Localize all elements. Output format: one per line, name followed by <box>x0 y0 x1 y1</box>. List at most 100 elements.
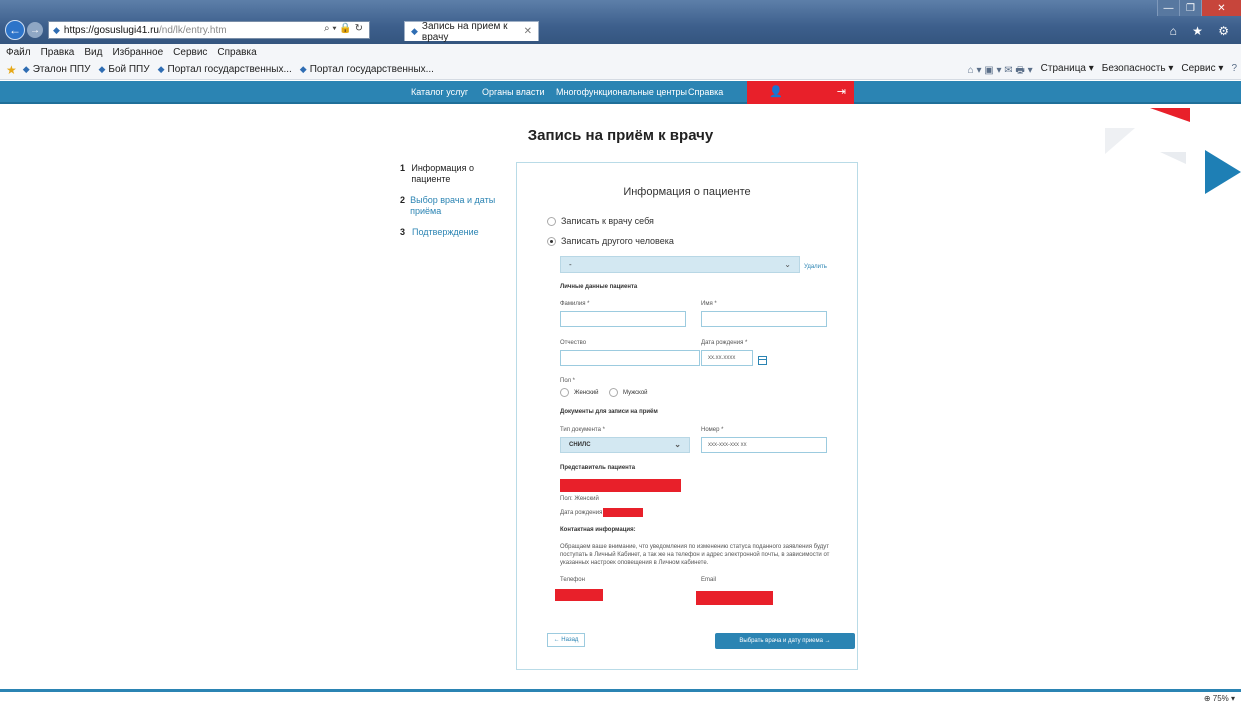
step-label: Информация о пациенте <box>411 163 474 184</box>
doc-number-input[interactable]: xxx-xxx-xxx xx <box>701 437 827 453</box>
contact-heading: Контактная информация: <box>560 527 636 533</box>
menu-favorites[interactable]: Избранное <box>112 47 163 58</box>
back-button[interactable]: ← <box>5 20 25 40</box>
personal-data-heading: Личные данные пациента <box>560 284 638 290</box>
gender-female-option[interactable]: Женский <box>560 388 598 397</box>
step-number: 3 <box>400 227 406 237</box>
radio-other-label: Записать другого человека <box>561 236 674 246</box>
redacted-email <box>696 591 773 605</box>
forward-button[interactable]: → <box>27 22 43 38</box>
decorative-triangle <box>1150 108 1190 122</box>
doc-type-label: Тип документа * <box>560 427 605 433</box>
command-tools[interactable]: Сервис ▾ <box>1181 63 1223 80</box>
step-confirmation[interactable]: 3 Подтверждение <box>400 227 510 238</box>
favorite-link[interactable]: ◆ Эталон ППУ <box>23 64 91 75</box>
radio-other-option[interactable]: Записать другого человека <box>547 236 674 246</box>
nav-help-link[interactable]: Справка <box>688 87 723 97</box>
doc-number-placeholder: xxx-xxx-xxx xx <box>708 442 747 448</box>
favorite-label: Бой ППУ <box>108 64 150 75</box>
redacted-birthdate <box>603 508 643 517</box>
home-favorites-settings-icons[interactable]: ⌂ ★ ⚙ <box>1170 24 1235 38</box>
doc-number-label: Номер * <box>701 427 724 433</box>
help-icon[interactable]: ? <box>1231 63 1237 80</box>
menu-view[interactable]: Вид <box>84 47 102 58</box>
menu-edit[interactable]: Правка <box>41 47 75 58</box>
address-bar[interactable]: ◆ https://gosuslugi41.ru /nd/lk/entry.ht… <box>48 21 370 39</box>
radio-self[interactable] <box>547 216 556 226</box>
gender-male-label: Мужской <box>623 389 648 396</box>
chevron-down-icon: ⌄ <box>784 260 791 269</box>
step-label[interactable]: Выбор врача и даты приёма <box>410 195 510 217</box>
tab-title: Запись на прием к врачу <box>421 20 508 43</box>
close-window-button[interactable]: ✕ <box>1201 0 1241 16</box>
minimize-button[interactable]: — <box>1157 0 1179 16</box>
logout-icon[interactable]: ⇥ <box>837 85 846 98</box>
user-icon: 👤 <box>769 86 783 98</box>
favorite-site-icon: ◆ <box>157 64 165 74</box>
url-host: https://gosuslugi41.ru <box>63 24 159 36</box>
patronymic-label: Отчество <box>560 340 587 346</box>
zoom-level[interactable]: ⊕ 75% ▾ <box>1204 694 1235 702</box>
name-label: Имя * <box>701 301 717 307</box>
contact-note: Обращаем ваше внимание, что уведомления … <box>560 544 830 566</box>
representative-heading: Представитель пациента <box>560 465 636 471</box>
address-tools-icons[interactable]: ⌕ ▾ 🔒 ↻ <box>324 23 363 34</box>
nav-catalog-link[interactable]: Каталог услуг <box>411 87 468 97</box>
site-icon: ◆ <box>53 24 60 35</box>
favorite-site-icon: ◆ <box>299 64 307 74</box>
name-input[interactable] <box>701 311 827 327</box>
person-select[interactable]: - ⌄ <box>560 256 800 273</box>
nav-mfc-link[interactable]: Многофункциональные центры <box>556 87 687 97</box>
gender-male-radio[interactable] <box>609 388 618 397</box>
representative-birthdate: Дата рождения: <box>560 510 604 516</box>
command-security[interactable]: Безопасность ▾ <box>1102 63 1174 80</box>
menu-bar: Файл Правка Вид Избранное Сервис Справка <box>0 44 1241 60</box>
representative-gender: Пол: Женский <box>560 496 599 502</box>
favorite-link[interactable]: ◆ Бой ППУ <box>98 64 149 75</box>
choose-doctor-button[interactable]: Выбрать врача и дату приема → <box>715 633 855 649</box>
gender-female-label: Женский <box>574 389 599 396</box>
tab-site-icon: ◆ <box>411 26 418 36</box>
calendar-icon[interactable] <box>758 356 767 365</box>
radio-self-option[interactable]: Записать к врачу себя <box>547 216 654 226</box>
menu-tools[interactable]: Сервис <box>173 47 207 58</box>
radio-other[interactable] <box>547 236 556 246</box>
command-page[interactable]: Страница ▾ <box>1041 63 1094 80</box>
chevron-down-icon: ⌄ <box>674 440 681 449</box>
step-number: 1 <box>400 163 406 173</box>
user-account-block[interactable]: 👤 ⇥ <box>747 81 854 104</box>
doc-type-select[interactable]: СНИЛС ⌄ <box>560 437 690 453</box>
favorite-label: Портал государственных... <box>309 64 434 75</box>
surname-input[interactable] <box>560 311 686 327</box>
documents-heading: Документы для записи на приём <box>560 409 658 415</box>
menu-file[interactable]: Файл <box>6 47 31 58</box>
redacted-representative-name <box>560 479 681 492</box>
favorite-link[interactable]: ◆ Портал государственных... <box>158 64 292 75</box>
gender-male-option[interactable]: Мужской <box>609 388 648 397</box>
step-number: 2 <box>400 195 406 205</box>
gender-female-radio[interactable] <box>560 388 569 397</box>
delete-link[interactable]: Удалить <box>804 264 827 270</box>
steps-list: 1 Информация о пациенте 2 Выбор врача и … <box>400 163 510 248</box>
maximize-button[interactable]: ❐ <box>1179 0 1201 16</box>
radio-self-label: Записать к врачу себя <box>561 216 654 226</box>
step-label[interactable]: Подтверждение <box>412 227 479 238</box>
favorites-star-icon[interactable]: ★ <box>6 63 17 77</box>
step-patient-info: 1 Информация о пациенте <box>400 163 510 185</box>
nav-authorities-link[interactable]: Органы власти <box>482 87 545 97</box>
command-bar-icons[interactable]: ⌂ ▾ ▣ ▾ ✉ 🖶 ▾ <box>968 63 1033 80</box>
page-title: Запись на приём к врачу <box>527 127 714 144</box>
browser-titlebar: ← → ◆ https://gosuslugi41.ru /nd/lk/entr… <box>0 0 1241 44</box>
patient-info-panel: Информация о пациенте Записать к врачу с… <box>516 162 858 670</box>
decorative-triangle <box>1205 150 1241 194</box>
step-doctor-date[interactable]: 2 Выбор врача и даты приёма <box>400 195 510 217</box>
birthdate-input[interactable]: xx.xx.xxxx <box>701 350 753 366</box>
favorite-link[interactable]: ◆ Портал государственных... <box>300 64 434 75</box>
tab-close-icon[interactable]: ✕ <box>524 26 532 37</box>
patronymic-input[interactable] <box>560 350 700 366</box>
panel-title: Информация о пациенте <box>623 186 751 198</box>
browser-tab[interactable]: ◆ Запись на прием к врачу ✕ <box>404 20 539 43</box>
back-step-button[interactable]: ← Назад <box>547 633 585 647</box>
menu-help[interactable]: Справка <box>217 47 256 58</box>
redacted-phone <box>555 589 603 601</box>
